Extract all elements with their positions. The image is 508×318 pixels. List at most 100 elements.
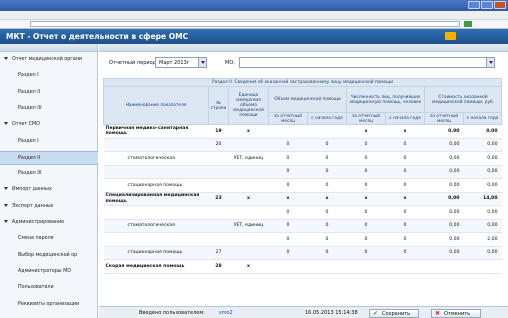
- expand-triangle-icon[interactable]: [4, 203, 8, 207]
- table-cell-v2[interactable]: 0: [307, 165, 347, 179]
- table-cell-p1[interactable]: 0: [346, 138, 386, 152]
- cancel-button[interactable]: ✖ Отменить: [431, 309, 481, 318]
- sidebar-item[interactable]: Раздел II: [0, 86, 98, 100]
- table-cell-v1[interactable]: 0: [268, 232, 308, 247]
- sidebar-item-label: Импорт данных: [12, 187, 52, 193]
- table-cell-c2[interactable]: 0,00: [463, 219, 502, 233]
- sidebar-item[interactable]: Смена пароля: [0, 232, 98, 246]
- table-cell-p2[interactable]: 0: [385, 219, 425, 233]
- table-cell-p1[interactable]: 0: [346, 165, 386, 179]
- mo-select[interactable]: [239, 57, 495, 68]
- table-cell-c2[interactable]: 0,00: [463, 138, 502, 152]
- table-cell-p2[interactable]: 0: [385, 232, 425, 247]
- table-cell-p2[interactable]: 0: [385, 178, 425, 193]
- table-cell-row_no: [208, 232, 229, 247]
- table-cell-c2[interactable]: 0,00: [463, 165, 502, 179]
- table-cell-v1[interactable]: 0: [268, 165, 308, 179]
- sidebar-item[interactable]: Пользователи: [0, 281, 98, 295]
- table-cell-p2[interactable]: 0: [385, 205, 425, 220]
- table-cell-p1[interactable]: 0: [346, 232, 386, 247]
- table-cell-p1[interactable]: 0: [346, 205, 386, 220]
- sidebar-item[interactable]: Администраторы МО: [0, 265, 98, 279]
- table-cell-v2[interactable]: 0: [307, 178, 347, 193]
- table-cell-v1[interactable]: 0: [268, 151, 308, 166]
- table-cell-c1[interactable]: 0,00: [424, 205, 464, 220]
- table-cell-c1[interactable]: 0,00: [424, 246, 464, 260]
- table-row: 20 0 0 0 0 0,00 0,00: [103, 138, 502, 152]
- table-cell-c1[interactable]: 0,00: [424, 151, 464, 166]
- table-cell-c2: 14,00: [463, 192, 502, 206]
- table-cell-v1[interactable]: 0: [268, 246, 308, 260]
- sidebar-item[interactable]: Импорт данных: [0, 183, 98, 197]
- sidebar-item[interactable]: Раздел I: [0, 135, 98, 149]
- table-cell-v2[interactable]: 0: [307, 205, 347, 220]
- table-cell-p1[interactable]: 0: [346, 151, 386, 166]
- sidebar-item[interactable]: Отчет медицинской органи: [0, 53, 98, 67]
- sidebar-item[interactable]: Раздел II: [0, 150, 98, 165]
- table-cell-c1[interactable]: 0,00: [424, 219, 464, 233]
- table-cell-name: Специализированная медицинская помощь: [103, 192, 209, 206]
- expand-triangle-icon[interactable]: [4, 187, 8, 191]
- table-cell-p2[interactable]: 0: [385, 138, 425, 152]
- table-cell-c1[interactable]: 0,00: [424, 178, 464, 193]
- expand-triangle-icon[interactable]: [4, 57, 8, 60]
- address-input[interactable]: [30, 21, 460, 27]
- sidebar-item[interactable]: Раздел III: [0, 102, 98, 116]
- table-cell-c2[interactable]: 0,00: [463, 151, 502, 166]
- table-cell-p1[interactable]: 0: [346, 246, 386, 260]
- sidebar-item[interactable]: Отчет СМО: [0, 118, 98, 132]
- table-cell-p2[interactable]: 0: [385, 151, 425, 166]
- table-cell-v1[interactable]: 0: [268, 178, 308, 193]
- chevron-down-icon[interactable]: [198, 58, 206, 67]
- table-cell-c1[interactable]: 0,00: [424, 138, 464, 152]
- entered-by-user: smo2: [219, 310, 233, 316]
- period-select[interactable]: Март 2013г: [155, 57, 207, 68]
- table-cell-v1[interactable]: 0: [268, 205, 308, 220]
- maximize-icon[interactable]: [481, 1, 493, 9]
- save-button[interactable]: ✔ Сохранить: [369, 309, 419, 318]
- checkmark-icon: ✔: [373, 310, 379, 317]
- subcol-ytd: с начала года: [385, 112, 425, 125]
- sidebar-item[interactable]: Выбор медицинской ор: [0, 249, 98, 263]
- close-icon[interactable]: [494, 1, 506, 9]
- subcol-ytd: с начала года: [462, 112, 503, 125]
- table-cell-v2[interactable]: 0: [307, 138, 347, 152]
- expand-triangle-icon[interactable]: [4, 220, 8, 223]
- table-cell-v2[interactable]: 0: [307, 232, 347, 247]
- table-cell-c2[interactable]: 2,00: [463, 232, 502, 247]
- table-cell-c1[interactable]: 0,00: [424, 232, 464, 247]
- table-cell-v1[interactable]: 0: [268, 138, 308, 152]
- section-table: Раздел II. Сведения об оказанной застрах…: [102, 78, 503, 274]
- table-cell-name: стоматологическая: [103, 151, 209, 166]
- sidebar-item[interactable]: Экспорт данных: [0, 200, 98, 214]
- chevron-down-icon[interactable]: [486, 58, 494, 67]
- table-cell-c1[interactable]: 0,00: [424, 165, 464, 179]
- table-cell-p2[interactable]: 0: [385, 246, 425, 260]
- sidebar-item[interactable]: Раздел I: [0, 69, 98, 83]
- table-cell-c2[interactable]: 0,00: [463, 178, 502, 193]
- table-cell-v1[interactable]: 0: [268, 219, 308, 233]
- table-cell-p1[interactable]: 0: [346, 219, 386, 233]
- minimize-icon[interactable]: [468, 1, 480, 9]
- app-header: МКТ - Отчет о деятельности в сфере ОМС: [0, 29, 508, 44]
- sidebar-item[interactable]: Раздел III: [0, 167, 98, 181]
- table-cell-c2[interactable]: 0,00: [463, 246, 502, 260]
- table-cell-c1: 0,00: [424, 192, 464, 206]
- table-row: Первичная медико-санитарная помощь 19 x x x 0…: [103, 124, 502, 139]
- table-cell-p1: x: [346, 124, 386, 139]
- go-icon[interactable]: [464, 21, 472, 27]
- col-name-header: Наименование показателя: [103, 86, 209, 125]
- sidebar-item[interactable]: Администрирование: [0, 216, 98, 230]
- table-cell-v2[interactable]: 0: [307, 246, 347, 260]
- table-cell-p2[interactable]: 0: [385, 165, 425, 179]
- home-icon[interactable]: [445, 32, 456, 40]
- table-row: Специализированная медицинская помощь 23 x…: [103, 192, 502, 206]
- table-cell-c2[interactable]: 0,00: [463, 205, 502, 220]
- table-cell-p1[interactable]: 0: [346, 178, 386, 193]
- expand-triangle-icon[interactable]: [4, 122, 8, 126]
- table-cell-v2[interactable]: 0: [307, 219, 347, 233]
- table-cell-v1: x: [268, 192, 308, 206]
- table-cell-v2[interactable]: 0: [307, 151, 347, 166]
- table-row: стационарная помощь 0 0 0 0 0,00 0,00: [103, 178, 502, 193]
- sidebar-item[interactable]: Реквизиты организации: [0, 298, 98, 312]
